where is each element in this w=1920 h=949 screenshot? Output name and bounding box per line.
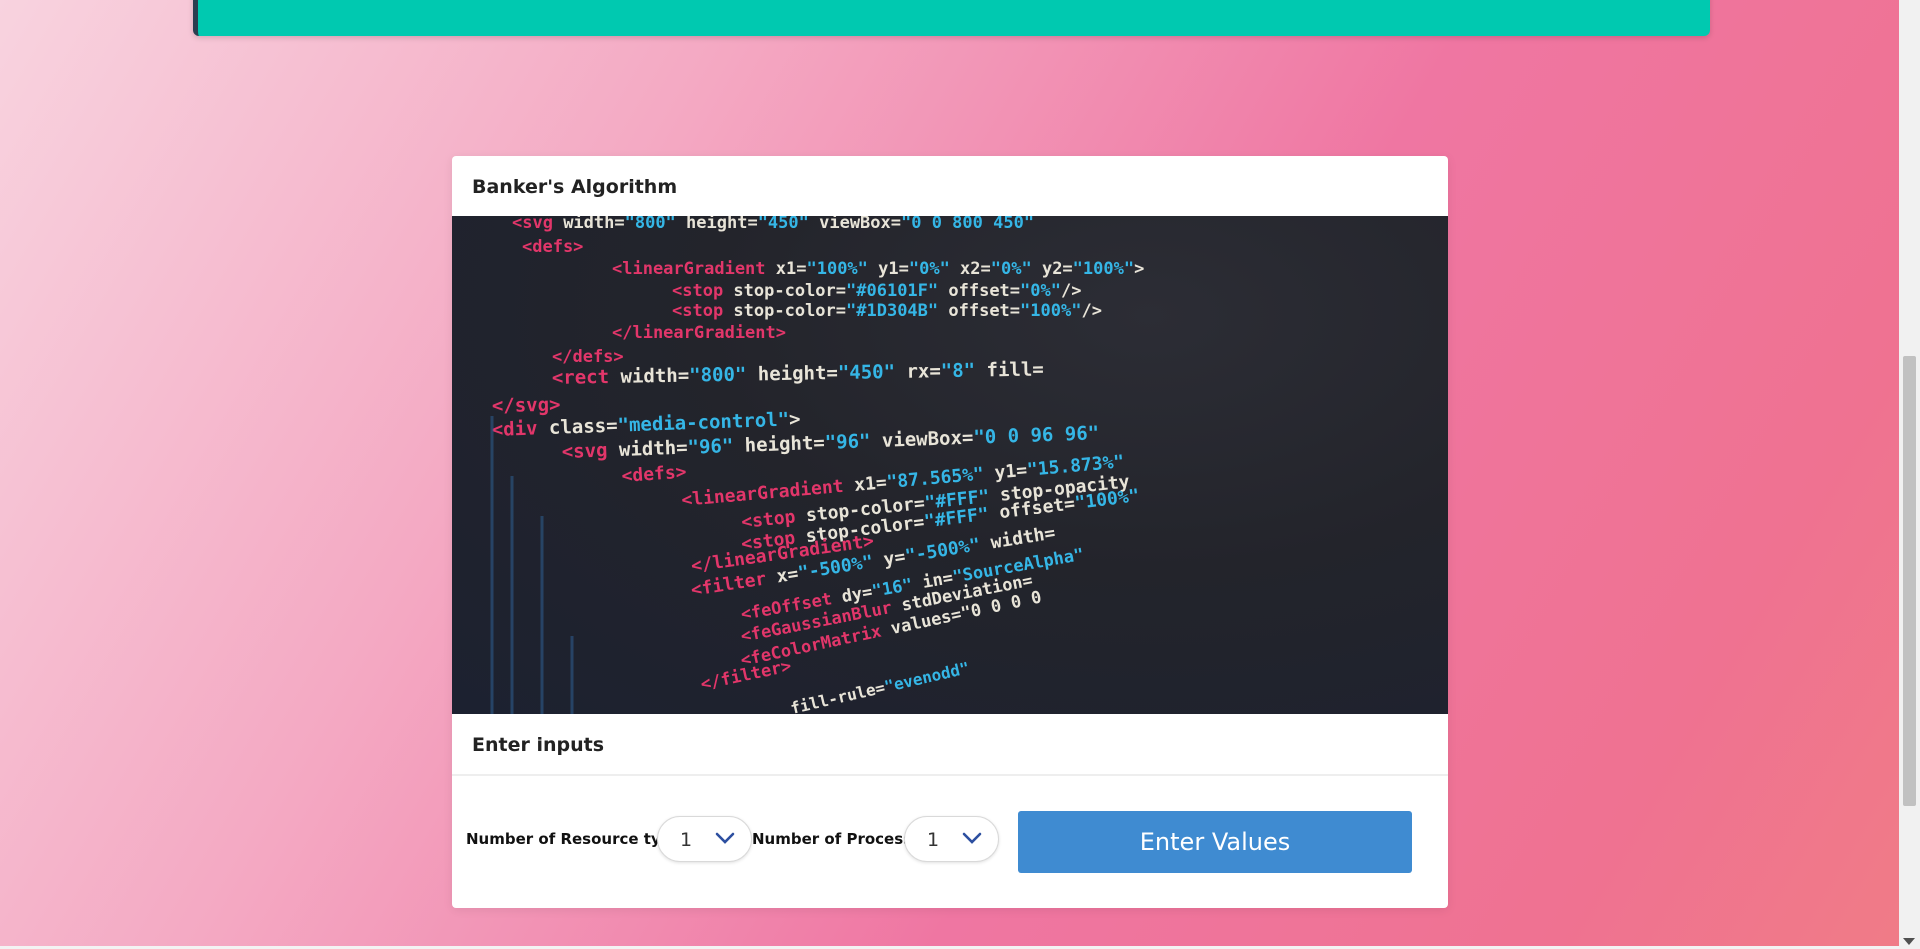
enter-inputs-heading: Enter inputs bbox=[472, 734, 605, 756]
code-screenshot-image: <svg width="800" height="450" viewBox="0… bbox=[452, 216, 1448, 714]
code-line: <stop stop-color="#1D304B" offset="100%"… bbox=[672, 301, 1102, 321]
resource-types-select[interactable]: 1 bbox=[657, 816, 752, 862]
scroll-down-arrow-icon[interactable] bbox=[1903, 938, 1915, 945]
code-line: </linearGradient> bbox=[612, 323, 786, 343]
code-line: fill-rule="evenodd" bbox=[789, 658, 972, 714]
chevron-down-icon bbox=[962, 832, 982, 844]
processes-value: 1 bbox=[927, 829, 940, 851]
top-banner bbox=[193, 0, 1710, 36]
scrollbar-thumb[interactable] bbox=[1903, 356, 1916, 806]
code-line: <stop stop-color="#06101F" offset="0%"/> bbox=[672, 281, 1081, 301]
code-line: <svg width="800" height="450" viewBox="0… bbox=[512, 216, 1034, 233]
enter-values-button[interactable]: Enter Values bbox=[1018, 811, 1412, 873]
card-title: Banker's Algorithm bbox=[472, 176, 678, 198]
processes-select[interactable]: 1 bbox=[904, 816, 999, 862]
bankers-algorithm-card: Banker's Algorithm <svg width="800" heig… bbox=[452, 156, 1448, 908]
code-line: <defs> bbox=[621, 461, 687, 486]
code-lines-graphic: <svg width="800" height="450" viewBox="0… bbox=[490, 216, 1144, 714]
code-line: </defs> bbox=[552, 347, 624, 367]
page-scrollbar[interactable] bbox=[1899, 0, 1920, 949]
code-line: </svg> bbox=[492, 394, 561, 417]
code-line: <linearGradient x1="100%" y1="0%" x2="0%… bbox=[612, 259, 1144, 279]
resource-types-value: 1 bbox=[680, 829, 693, 851]
code-line: <rect width="800" height="450" rx="8" fi… bbox=[552, 358, 1044, 389]
chevron-down-icon bbox=[715, 832, 735, 844]
code-line: <defs> bbox=[522, 237, 583, 257]
section-divider bbox=[452, 774, 1448, 776]
